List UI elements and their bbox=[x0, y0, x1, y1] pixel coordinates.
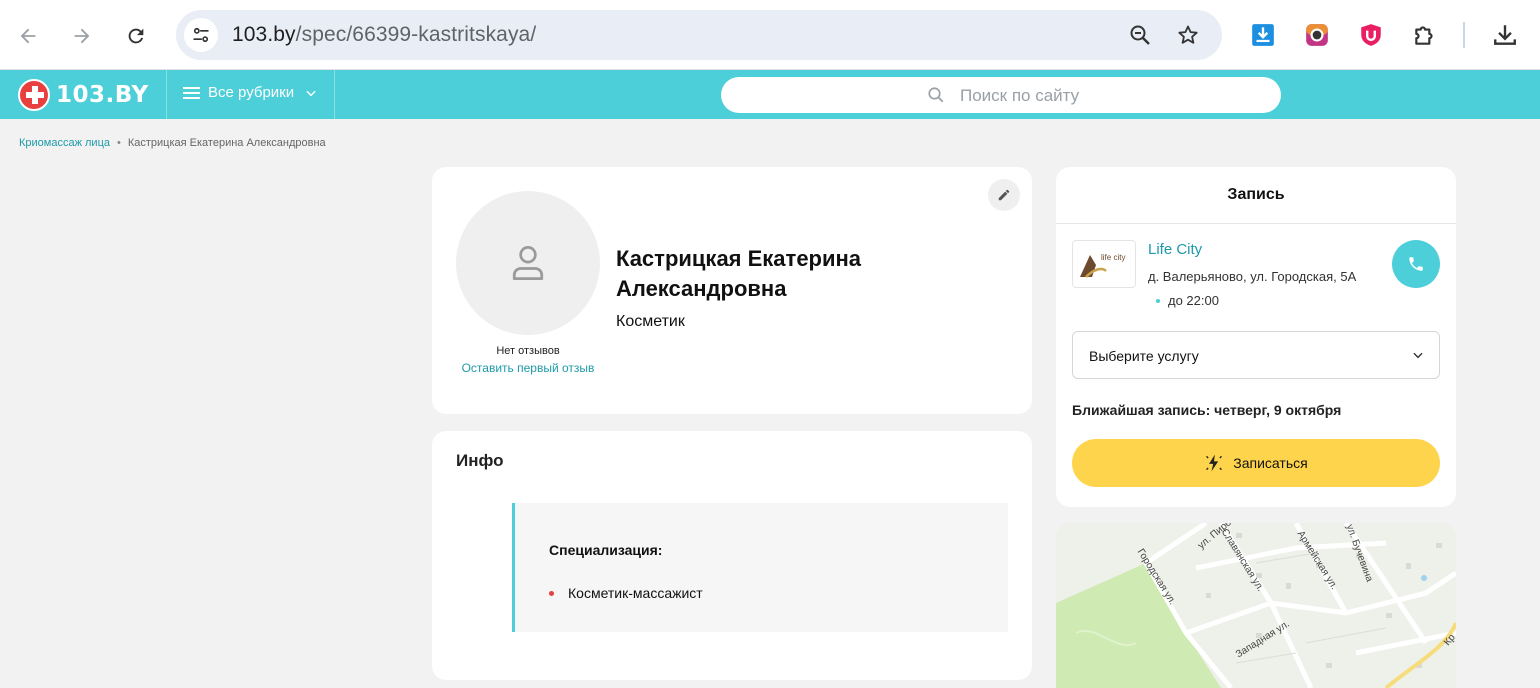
leave-review-link[interactable]: Оставить первый отзыв bbox=[456, 361, 600, 376]
booking-heading: Запись bbox=[1227, 186, 1285, 203]
map[interactable]: ул. Пирогова Славянская ул. Армейская ул… bbox=[1056, 523, 1456, 688]
sparkle-icon bbox=[1206, 454, 1223, 472]
logo-cross-icon bbox=[18, 78, 50, 111]
url-host: 103.by bbox=[232, 23, 296, 46]
shield-extension-button[interactable] bbox=[1356, 20, 1386, 50]
specialization-label: Специализация: bbox=[549, 542, 663, 558]
breadcrumb-separator: • bbox=[116, 137, 121, 149]
clinic-name-link[interactable]: Life City bbox=[1148, 241, 1202, 258]
service-select[interactable]: Выберите услугу bbox=[1072, 331, 1440, 379]
extensions-button[interactable] bbox=[1410, 20, 1440, 50]
info-card: Инфо Специализация: Косметик-массажист bbox=[432, 431, 1032, 680]
call-button[interactable] bbox=[1392, 240, 1440, 288]
chevron-down-icon bbox=[1413, 352, 1423, 359]
bookmark-star-icon bbox=[1178, 25, 1198, 44]
site-header: 103.BY Все рубрики Поиск по сайту bbox=[0, 70, 1540, 119]
clinic-hours: до 22:00 bbox=[1156, 293, 1219, 308]
book-button[interactable]: Записаться bbox=[1072, 439, 1440, 487]
specialization-box: Специализация: Косметик-массажист bbox=[512, 503, 1008, 632]
download-extension-icon bbox=[1252, 24, 1274, 46]
service-select-value: Выберите услугу bbox=[1089, 348, 1199, 364]
breadcrumb-current: Кастрицкая Екатерина Александровна bbox=[127, 137, 326, 149]
pencil-icon bbox=[998, 189, 1010, 201]
url-path: /spec/66399-kastritskaya/ bbox=[295, 23, 537, 46]
hamburger-icon bbox=[183, 86, 200, 99]
user-placeholder-icon bbox=[512, 246, 544, 280]
page-title: Кастрицкая Екатерина Александровна bbox=[616, 246, 862, 301]
forward-icon bbox=[74, 28, 90, 44]
specialist-role: Косметик bbox=[616, 313, 685, 330]
map-canvas bbox=[1056, 523, 1456, 688]
search-placeholder: Поиск по сайту bbox=[960, 86, 1080, 105]
booking-card: Запись life city Life City д. Валерьянов… bbox=[1056, 167, 1456, 507]
download-extension-button[interactable] bbox=[1248, 20, 1278, 50]
phone-icon bbox=[1409, 257, 1423, 271]
info-heading: Инфо bbox=[456, 451, 504, 470]
search-icon bbox=[928, 87, 944, 103]
logo-text: 103.BY bbox=[56, 81, 149, 108]
book-button-label: Записаться bbox=[1233, 455, 1308, 471]
all-rubrics-menu[interactable]: Все рубрики bbox=[183, 84, 318, 101]
list-item: Косметик-массажист bbox=[549, 585, 703, 601]
specialization-value: Косметик-массажист bbox=[568, 585, 703, 601]
clinic-hours-text: до 22:00 bbox=[1168, 293, 1219, 308]
back-icon bbox=[20, 28, 36, 44]
forward-button[interactable] bbox=[64, 18, 100, 54]
bookmark-button[interactable] bbox=[1175, 22, 1201, 48]
address-bar[interactable]: 103.by/spec/66399-kastritskaya/ bbox=[176, 10, 1222, 60]
clinic-logo-text: life city bbox=[1101, 253, 1126, 262]
chevron-down-icon bbox=[306, 90, 316, 96]
reload-button[interactable] bbox=[118, 18, 154, 54]
header-divider bbox=[334, 70, 335, 119]
avatar bbox=[456, 191, 600, 335]
header-divider bbox=[166, 70, 167, 119]
site-settings-button[interactable] bbox=[184, 18, 218, 52]
url-text[interactable]: 103.by/spec/66399-kastritskaya/ bbox=[232, 23, 536, 47]
site-logo[interactable]: 103.BY bbox=[18, 78, 149, 111]
site-settings-icon bbox=[193, 27, 209, 43]
clinic-logo[interactable]: life city bbox=[1072, 240, 1136, 288]
browser-toolbar: 103.by/spec/66399-kastritskaya/ bbox=[0, 0, 1540, 70]
clinic-address: д. Валерьяново, ул. Городская, 5А bbox=[1148, 269, 1357, 284]
profile-card: Нет отзывов Оставить первый отзыв Кастри… bbox=[432, 167, 1032, 414]
reload-icon bbox=[128, 28, 144, 44]
bullet-icon bbox=[549, 590, 554, 596]
camera-extension-button[interactable] bbox=[1302, 20, 1332, 50]
camera-extension-icon bbox=[1306, 24, 1328, 46]
back-button[interactable] bbox=[10, 18, 46, 54]
downloads-icon bbox=[1494, 25, 1516, 45]
toolbar-separator bbox=[1463, 22, 1465, 48]
breadcrumb-link[interactable]: Криомассаж лица bbox=[19, 137, 110, 149]
downloads-button[interactable] bbox=[1490, 20, 1520, 50]
edit-button[interactable] bbox=[988, 179, 1020, 211]
zoom-button[interactable] bbox=[1127, 22, 1153, 48]
shield-extension-icon bbox=[1361, 24, 1381, 46]
divider bbox=[1056, 223, 1456, 224]
status-dot-icon bbox=[1156, 298, 1160, 303]
reviews-status: Нет отзывов bbox=[496, 345, 560, 357]
zoom-icon bbox=[1130, 25, 1150, 45]
nearest-appointment: Ближайшая запись: четверг, 9 октября bbox=[1072, 402, 1342, 418]
breadcrumb: Криомассаж лица • Кастрицкая Екатерина А… bbox=[19, 137, 326, 149]
rubrics-label: Все рубрики bbox=[208, 84, 295, 101]
site-search-input[interactable]: Поиск по сайту bbox=[721, 77, 1281, 113]
puzzle-icon bbox=[1415, 26, 1433, 45]
